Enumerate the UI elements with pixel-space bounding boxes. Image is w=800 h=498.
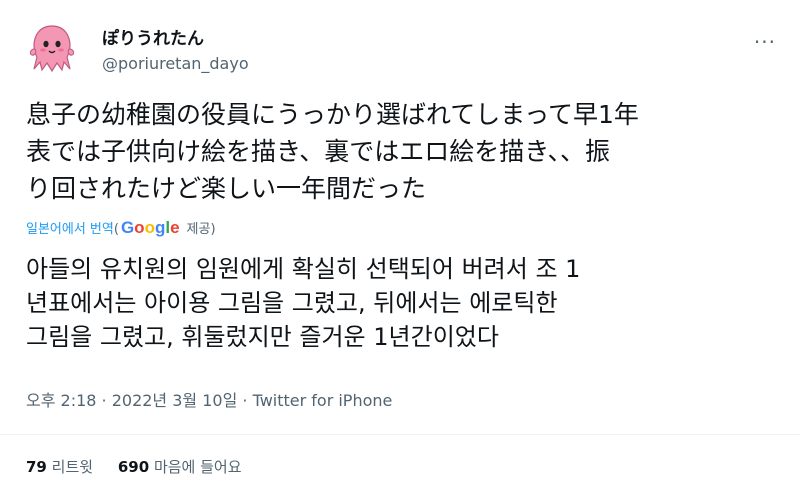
- tweet-header: ぽりうれたん @poriuretan_dayo ···: [26, 16, 776, 80]
- pink-octopus-avatar-icon: [29, 25, 75, 73]
- provided-label: 제공): [186, 222, 216, 237]
- google-letter: e: [170, 218, 180, 237]
- user-handle[interactable]: @poriuretan_dayo: [102, 54, 249, 73]
- google-logo: Google: [121, 218, 180, 238]
- tweet-text: 息子の幼稚園の役員にうっかり選ばれてしまって早1年 表では子供向け絵を描き、裏で…: [26, 96, 786, 207]
- likes-stat[interactable]: 690 마음에 들어요: [118, 458, 242, 476]
- translation-attribution: 일본어에서 번역 ( Google 제공): [26, 218, 216, 238]
- paren-open: (: [113, 222, 119, 237]
- tweet-source[interactable]: Twitter for iPhone: [253, 391, 393, 410]
- google-letter: G: [120, 218, 135, 237]
- translated-line: 아들의 유치원의 임원에게 확실히 선택되어 버려서 조 1: [26, 255, 581, 283]
- tweet-line: 息子の幼稚園の役員にうっかり選ばれてしまって早1年: [26, 100, 639, 129]
- translated-text: 아들의 유치원의 임원에게 확실히 선택되어 버려서 조 1 년표에서는 아이용…: [26, 252, 786, 354]
- divider: [0, 434, 800, 435]
- tweet-line: 表では子供向け絵を描き、裏ではエロ絵を描き、、振: [26, 137, 611, 166]
- retweets-label: 리트윗: [51, 458, 94, 476]
- tweet-timestamp[interactable]: 오후 2:18 · 2022년 3월 10일 ·: [26, 391, 253, 410]
- translate-link[interactable]: 일본어에서 번역: [26, 218, 114, 237]
- likes-label: 마음에 들어요: [153, 458, 242, 476]
- retweets-stat[interactable]: 79 리트윗: [26, 458, 98, 476]
- avatar[interactable]: [26, 22, 78, 74]
- google-letter: g: [154, 218, 166, 237]
- tweet-meta: 오후 2:18 · 2022년 3월 10일 · Twitter for iPh…: [26, 387, 392, 411]
- tweet-line: り回されたけど楽しい一年間だった: [26, 174, 427, 203]
- more-dots-icon[interactable]: ···: [754, 30, 776, 54]
- retweets-count: 79: [26, 458, 47, 476]
- tweet-stats: 79 리트윗 690 마음에 들어요: [26, 456, 262, 477]
- translated-line: 그림을 그렸고, 휘둘렀지만 즐거운 1년간이었다: [26, 323, 499, 351]
- display-name[interactable]: ぽりうれたん: [102, 24, 204, 49]
- likes-count: 690: [117, 458, 150, 476]
- google-letter: o: [134, 218, 145, 237]
- google-letter: o: [144, 218, 155, 237]
- translated-line: 년표에서는 아이용 그림을 그렸고, 뒤에서는 에로틱한: [26, 289, 558, 317]
